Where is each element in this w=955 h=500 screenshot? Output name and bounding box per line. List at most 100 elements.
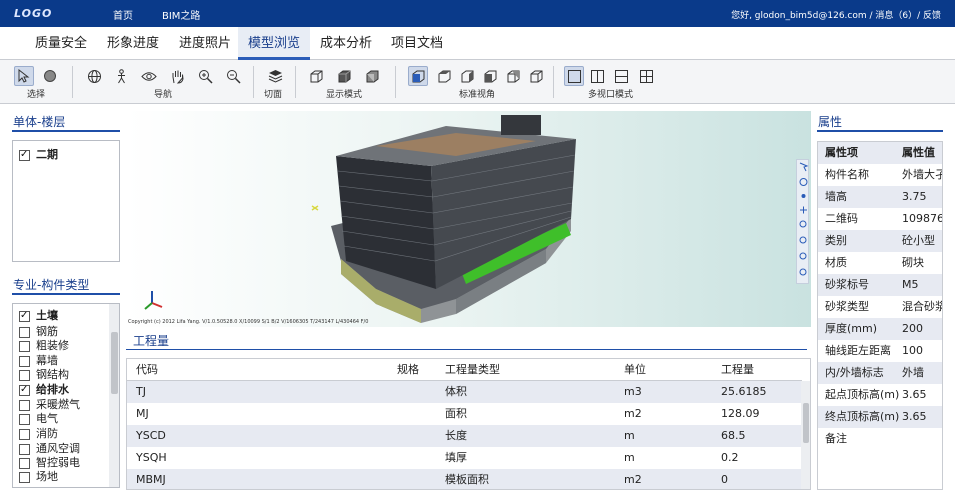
cube-solid-icon[interactable] <box>334 66 354 86</box>
building-model <box>126 111 811 327</box>
table-row[interactable]: 类别砼小型 <box>818 230 943 252</box>
tab-quality-safety[interactable]: 质量安全 <box>25 27 97 60</box>
scroll-thumb[interactable] <box>111 332 118 394</box>
table-row[interactable]: TJ 体积 m3 25.6185 <box>127 381 802 403</box>
globe-icon[interactable] <box>84 66 104 86</box>
cube-shaded-icon[interactable] <box>362 66 382 86</box>
view-front-icon[interactable] <box>408 66 428 86</box>
table-row[interactable]: 砂浆类型混合砂浆 <box>818 296 943 318</box>
table-row[interactable]: 起点顶标高(m)3.65 <box>818 384 943 406</box>
table-row[interactable]: 墙高3.75 <box>818 186 943 208</box>
property-value: 3.65 <box>902 406 927 428</box>
eye-icon[interactable] <box>139 66 159 86</box>
tab-project-docs[interactable]: 项目文档 <box>381 27 453 60</box>
category-item[interactable]: 钢筋 <box>19 325 58 339</box>
cube-wire-icon[interactable] <box>306 66 326 86</box>
viewport-vsplit-icon[interactable] <box>587 66 607 86</box>
table-row[interactable]: 砂浆标号M5 <box>818 274 943 296</box>
table-row[interactable]: 厚度(mm)200 <box>818 318 943 340</box>
floor-list: 二期 <box>12 140 120 262</box>
tab-cost-analysis[interactable]: 成本分析 <box>310 27 382 60</box>
tab-model-browse[interactable]: 模型浏览 <box>238 27 310 60</box>
table-row[interactable]: MJ 面积 m2 128.09 <box>127 403 802 425</box>
viewport-single-icon[interactable] <box>564 66 584 86</box>
checkbox[interactable] <box>19 414 30 425</box>
category-item[interactable]: 粗装修 <box>19 339 69 353</box>
checkbox[interactable] <box>19 150 30 161</box>
checkbox[interactable] <box>19 400 30 411</box>
view-iso-icon[interactable] <box>526 66 546 86</box>
category-item[interactable]: 场地 <box>19 470 58 484</box>
category-item[interactable]: 给排水 <box>19 383 69 397</box>
viewport-hsplit-icon[interactable] <box>611 66 631 86</box>
hand-icon[interactable] <box>167 66 187 86</box>
floor-item[interactable]: 二期 <box>19 148 58 162</box>
table-row[interactable]: MBMJ 模板面积 m2 0 <box>127 469 802 490</box>
zoom-in-icon[interactable] <box>195 66 215 86</box>
tab-progress-photos[interactable]: 进度照片 <box>169 27 241 60</box>
checkbox[interactable] <box>19 458 30 469</box>
checkbox[interactable] <box>19 429 30 440</box>
zoom-out-icon[interactable] <box>223 66 243 86</box>
table-row[interactable]: YSCD 长度 m 68.5 <box>127 425 802 447</box>
checkbox[interactable] <box>19 356 30 367</box>
cursor-icon[interactable] <box>14 66 34 86</box>
model-viewport[interactable]: Copyright (c) 2012 Lifa Yang. V/1.0.5052… <box>126 111 811 327</box>
walk-icon[interactable] <box>111 66 131 86</box>
floor-panel-title: 单体-楼层 <box>13 113 65 130</box>
table-row[interactable]: 二维码109876 <box>818 208 943 230</box>
category-item[interactable]: 电气 <box>19 412 58 426</box>
column-header[interactable]: 代码 <box>136 359 158 381</box>
sphere-icon[interactable] <box>40 66 60 86</box>
checkbox[interactable] <box>19 370 30 381</box>
table-cell: 68.5 <box>721 425 746 447</box>
checkbox[interactable] <box>19 341 30 352</box>
checkbox[interactable] <box>19 311 30 322</box>
category-item[interactable]: 幕墙 <box>19 354 58 368</box>
tab-progress-image[interactable]: 形象进度 <box>97 27 169 60</box>
table-row[interactable]: YSQH 填厚 m 0.2 <box>127 447 802 469</box>
table-row[interactable]: 轴线距左距离100 <box>818 340 943 362</box>
viewport-mode-group-label: 多视口模式 <box>588 87 633 100</box>
view-back-icon[interactable] <box>503 66 523 86</box>
view-top-icon[interactable] <box>434 66 454 86</box>
quantity-scrollbar[interactable] <box>801 381 811 490</box>
category-item[interactable]: 通风空调 <box>19 442 80 456</box>
table-row[interactable]: 构件名称外墙大孑 <box>818 164 943 186</box>
table-row[interactable]: 终点顶标高(m)3.65 <box>818 406 943 428</box>
property-value: 砌块 <box>902 252 924 274</box>
table-cell: YSQH <box>136 447 167 469</box>
checkbox[interactable] <box>19 385 30 396</box>
table-row[interactable]: 备注 <box>818 428 943 450</box>
view-right-icon[interactable] <box>480 66 500 86</box>
column-header[interactable]: 单位 <box>624 359 646 381</box>
nav-home-link[interactable]: 首页 <box>113 7 133 22</box>
column-header[interactable]: 规格 <box>397 359 419 381</box>
viewport-quad-icon[interactable] <box>636 66 656 86</box>
table-header: 属性项 属性值 <box>818 142 943 164</box>
checkbox[interactable] <box>19 472 30 483</box>
category-scrollbar[interactable] <box>109 304 120 487</box>
category-item[interactable]: 采暖燃气 <box>19 398 80 412</box>
user-info[interactable]: 您好, glodon_bim5d@126.com / 消息（6）/ 反馈 <box>731 8 941 21</box>
category-item[interactable]: 钢结构 <box>19 368 69 382</box>
checkbox[interactable] <box>19 327 30 338</box>
column-header[interactable]: 工程量类型 <box>445 359 500 381</box>
scroll-thumb[interactable] <box>803 403 809 443</box>
category-item[interactable]: 智控弱电 <box>19 456 80 470</box>
view-left-icon[interactable] <box>457 66 477 86</box>
table-row[interactable]: 内/外墙标志外墙 <box>818 362 943 384</box>
table-row[interactable]: 材质砌块 <box>818 252 943 274</box>
category-item[interactable]: 消防 <box>19 427 58 441</box>
floor-panel-rule <box>12 130 120 132</box>
nav-bim-link[interactable]: BIM之路 <box>162 7 200 22</box>
property-key: 构件名称 <box>825 164 869 186</box>
category-item[interactable]: 土壤 <box>19 309 58 323</box>
checkbox[interactable] <box>19 444 30 455</box>
table-cell: MBMJ <box>136 469 166 490</box>
table-cell: 25.6185 <box>721 381 767 403</box>
layers-icon[interactable] <box>265 66 285 86</box>
column-header[interactable]: 工程量 <box>721 359 754 381</box>
table-cell: 体积 <box>445 381 467 403</box>
viewport-nav-strip <box>796 159 809 284</box>
